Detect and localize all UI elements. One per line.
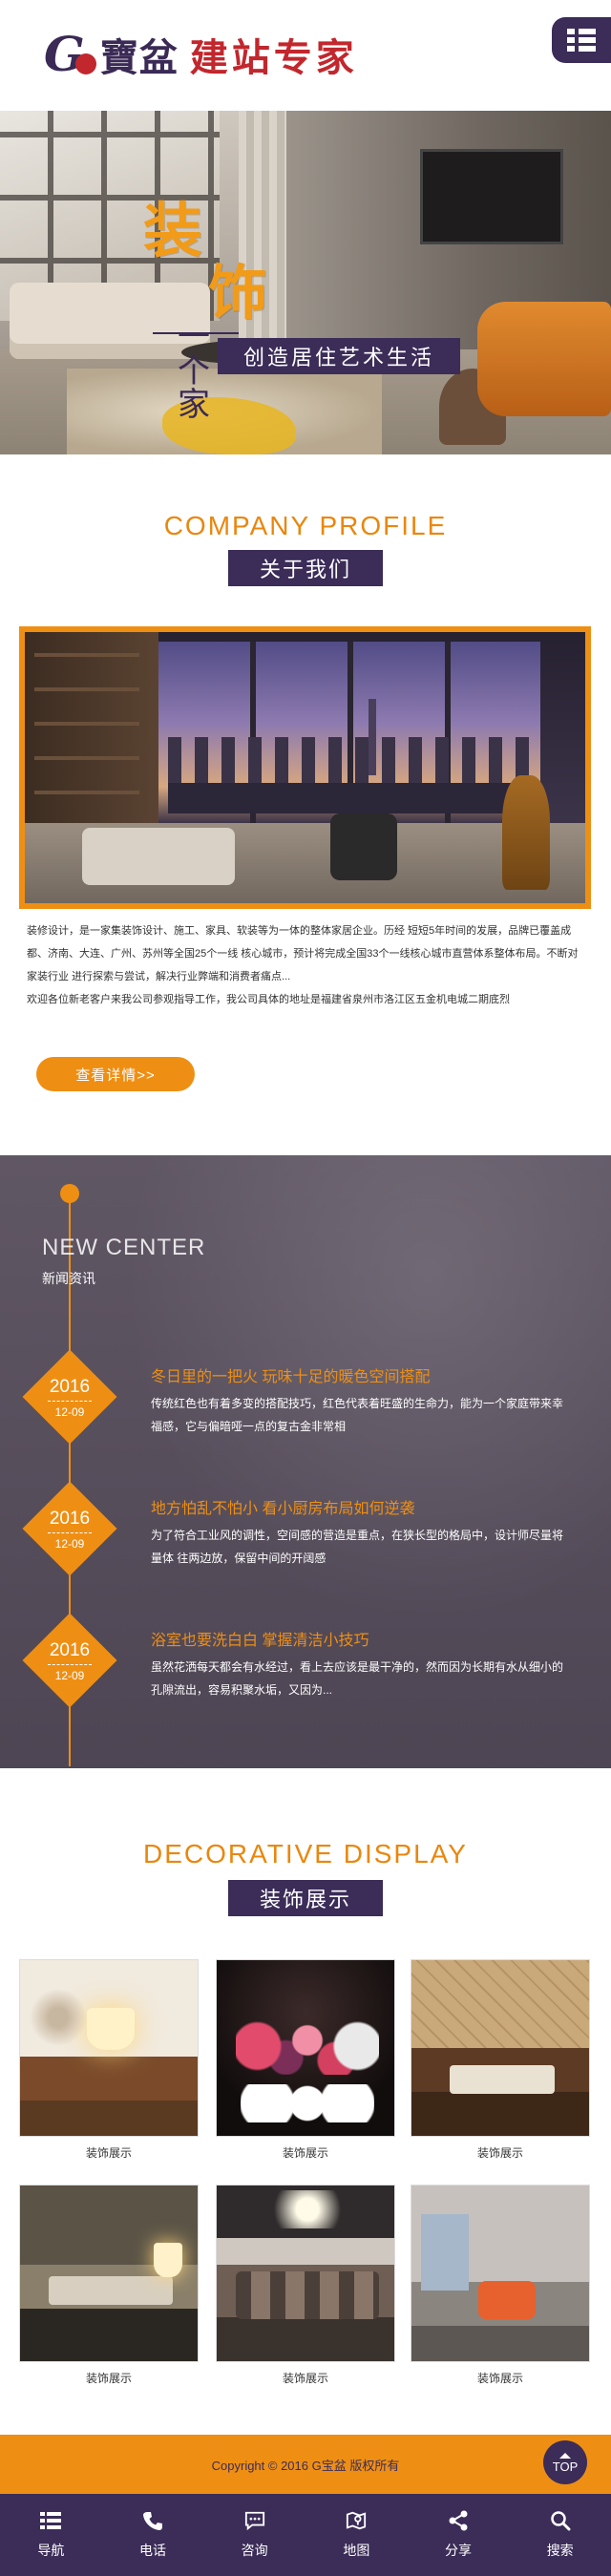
news-date-badge: 2016 12-09 [22,1481,117,1576]
nav-label: 分享 [445,2543,473,2558]
display-title-cn: 装饰展示 [228,1880,383,1916]
news-year: 2016 [49,1640,91,1660]
nav-item-phone[interactable]: 电话 [102,2494,204,2576]
news-item-summary: 传统红色也有着多变的搭配技巧，红色代表着旺盛的生命力，能为一个家庭带来幸福感，它… [151,1397,564,1433]
news-section: NEW CENTER 新闻资讯 2016 12-09 冬日里的一把火 玩味十足的… [0,1155,611,1768]
gallery-item[interactable]: 装饰展示 [216,1959,395,2161]
news-item-summary: 虽然花洒每天都会有水经过，看上去应该是最干净的，然而因为长期有水从细小的孔隙流出… [151,1660,564,1697]
copyright-bar: Copyright © 2016 G宝盆 版权所有 [0,2435,611,2494]
about-title-en: COMPANY PROFILE [163,511,448,540]
gallery-image[interactable] [411,1959,590,2137]
gallery-image[interactable] [216,1959,395,2137]
menu-button[interactable] [552,17,611,63]
map-icon [346,2510,367,2531]
gallery-caption: 装饰展示 [476,2146,523,2160]
news-item-summary: 为了符合工业风的调性，空间感的营造是重点，在狭长型的格局中，设计师尽量将量体 往… [151,1529,564,1565]
banner-headline-1: 装 [143,196,205,265]
gallery-image[interactable] [411,2185,590,2362]
logo-brand-text: 寶盆 [99,35,179,80]
about-image-skyline [168,737,531,813]
nav-label: 咨询 [241,2543,268,2558]
gallery-item[interactable]: 装饰展示 [216,2185,395,2386]
news-year: 2016 [49,1509,91,1529]
display-title-en: DECORATIVE DISPLAY [143,1839,468,1869]
news-item[interactable]: 2016 12-09 冬日里的一把火 玩味十足的暖色空间搭配 传统红色也有着多变… [0,1349,611,1455]
news-title-cn: 新闻资讯 [42,1271,95,1286]
news-title-en: NEW CENTER [42,1235,206,1260]
news-item-title[interactable]: 冬日里的一把火 玩味十足的暖色空间搭配 [151,1363,571,1386]
gallery-caption: 装饰展示 [282,2372,328,2385]
logo-seal-icon [74,53,96,74]
about-image [19,626,591,909]
nav-item-search[interactable]: 搜索 [509,2494,611,2576]
banner-tv [420,149,563,244]
news-date: 12-09 [54,1537,85,1551]
about-description: 装修设计，是一家集装饰设计、施工、家具、软装等为一体的整体家居企业。历经 短短5… [27,919,584,1011]
gallery-image[interactable] [19,1959,199,2137]
about-paragraph: 欢迎各位新老客户来我公司参观指导工作，我公司具体的地址是福建省泉州市洛江区五金机… [27,994,510,1005]
gallery-image[interactable] [19,2185,199,2362]
gallery-item[interactable]: 装饰展示 [411,2185,590,2386]
news-item-title[interactable]: 浴室也要洗白白 掌握清洁小技巧 [151,1627,571,1650]
gallery-caption: 装饰展示 [282,2146,328,2160]
nav-item-share[interactable]: 分享 [408,2494,510,2576]
search-icon [550,2510,571,2531]
nav-item-map[interactable]: 地图 [306,2494,408,2576]
banner-armchair [477,302,611,416]
nav-label: 导航 [37,2543,65,2558]
gallery-caption: 装饰展示 [476,2372,523,2385]
site-logo[interactable]: G 寶盆 建站专家 [44,21,358,88]
news-date-badge: 2016 12-09 [22,1613,117,1708]
news-date-badge: 2016 12-09 [22,1349,117,1445]
back-to-top-button[interactable]: TOP [543,2440,587,2484]
banner-headline-3: 一个家 [178,318,210,425]
news-timeline-dot [60,1184,79,1203]
news-item[interactable]: 2016 12-09 地方怕乱不怕小 看小厨房布局如何逆袭 为了符合工业风的调性… [0,1481,611,1587]
share-icon [448,2510,469,2531]
banner-headline-2: 饰 [208,258,268,327]
chat-icon [244,2510,265,2531]
gallery-item[interactable]: 装饰展示 [19,2185,199,2386]
copyright-text: Copyright © 2016 G宝盆 版权所有 [211,2458,400,2473]
view-details-button[interactable]: 查看详情>> [36,1057,195,1091]
news-item[interactable]: 2016 12-09 浴室也要洗白白 掌握清洁小技巧 虽然花洒每天都会有水经过，… [0,1613,611,1719]
about-image-chair [330,813,397,880]
nav-label: 地图 [343,2543,370,2558]
gallery-caption: 装饰展示 [85,2372,132,2385]
phone-icon [142,2510,163,2531]
gallery-image[interactable] [216,2185,395,2362]
back-to-top-label: TOP [552,2459,579,2474]
list-menu-icon [567,29,596,52]
gallery-item[interactable]: 装饰展示 [19,1959,199,2161]
gallery-caption: 装饰展示 [85,2146,132,2160]
bottom-navigation: 导航 电话 咨询 地图 分享 搜索 [0,2494,611,2576]
about-paragraph: 装修设计，是一家集装饰设计、施工、家具、软装等为一体的整体家居企业。历经 短短5… [27,925,579,982]
about-image-sculpture [502,775,550,890]
menu-icon [40,2510,62,2531]
news-date: 12-09 [54,1669,85,1682]
gallery-item[interactable]: 装饰展示 [411,1959,590,2161]
nav-item-menu[interactable]: 导航 [0,2494,102,2576]
about-image-tower [369,699,376,775]
news-year: 2016 [49,1377,91,1397]
logo-slogan: 建站专家 [189,35,358,80]
nav-label: 电话 [139,2543,166,2558]
news-item-title[interactable]: 地方怕乱不怕小 看小厨房布局如何逆袭 [151,1495,571,1518]
nav-label: 搜索 [546,2543,574,2558]
about-image-sofa [82,828,235,885]
site-header: G 寶盆 建站专家 [0,0,611,111]
hero-banner[interactable]: 装 饰 一个家 创造居住艺术生活 [0,111,611,454]
news-date: 12-09 [54,1405,85,1419]
banner-tagline: 创造居住艺术生活 [218,338,460,374]
about-title-cn: 关于我们 [228,550,383,586]
arrow-up-icon [559,2452,571,2459]
nav-item-consult[interactable]: 咨询 [203,2494,306,2576]
